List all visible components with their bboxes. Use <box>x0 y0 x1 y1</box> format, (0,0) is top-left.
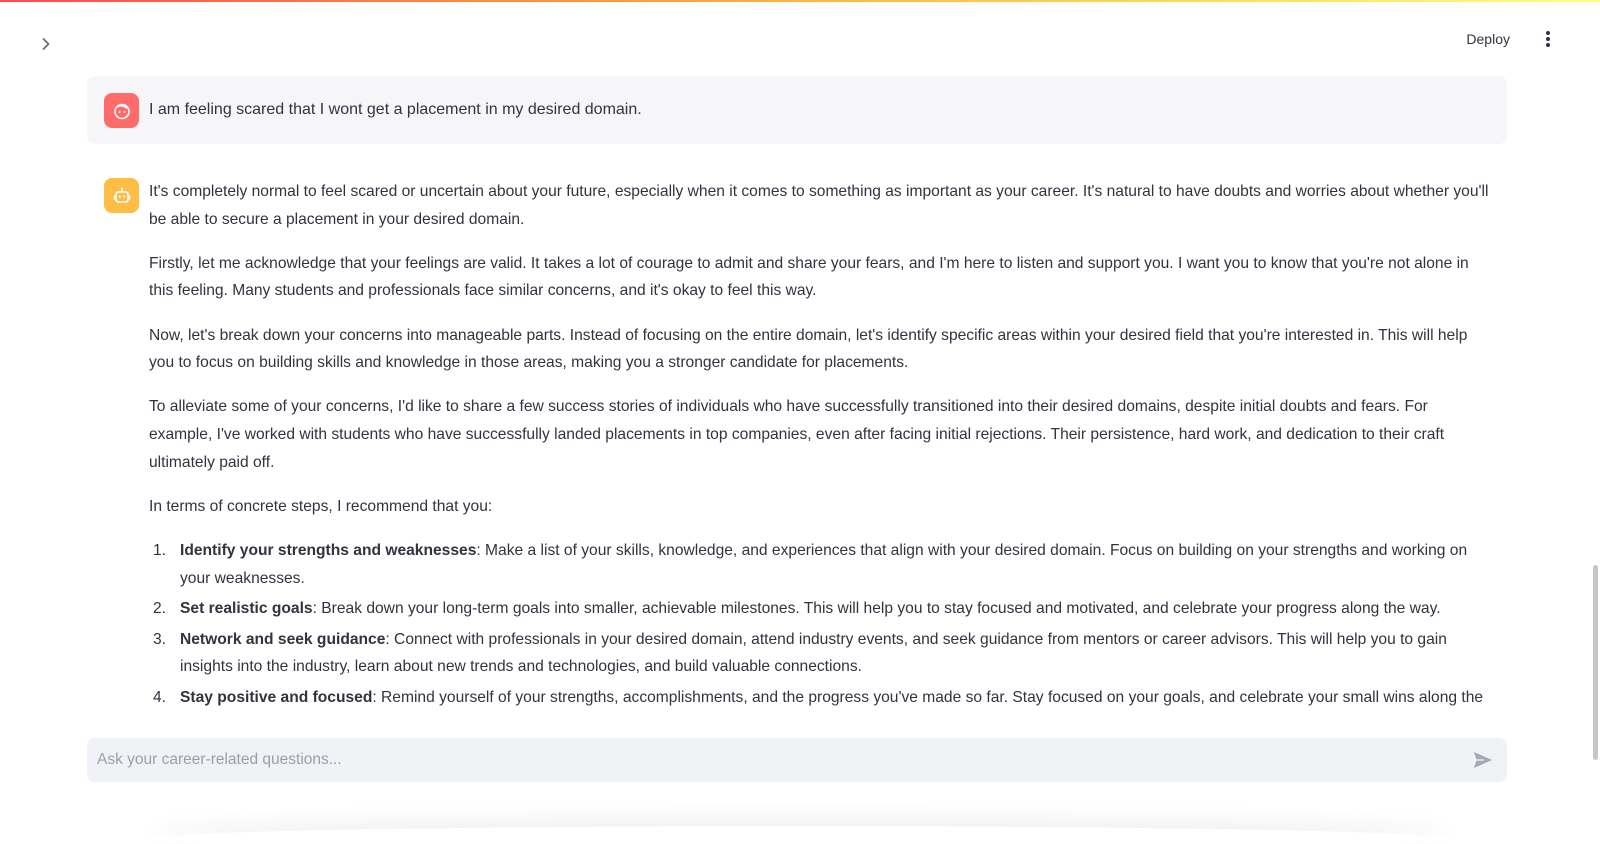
chat-input[interactable] <box>97 738 1469 782</box>
step-title: Network and seek guidance <box>180 630 386 648</box>
assistant-message: It's completely normal to feel scared or… <box>87 144 1507 716</box>
list-number: 2. <box>153 600 167 618</box>
user-face-icon <box>113 103 130 119</box>
send-button[interactable] <box>1469 746 1497 774</box>
step-text: : Break down your long-term goals into s… <box>312 600 1441 618</box>
toolbar: Deploy <box>1460 26 1558 52</box>
list-number: 1. <box>153 541 167 559</box>
kebab-icon <box>1546 31 1550 47</box>
list-number: 3. <box>153 630 167 648</box>
step-text: : Remind yourself of your strengths, acc… <box>372 688 1484 706</box>
list-item: 2. Set realistic goals: Break down your l… <box>149 595 1491 623</box>
robot-icon <box>113 187 130 203</box>
list-item: 3. Network and seek guidance: Connect wit… <box>149 626 1491 681</box>
top-accent-bar <box>0 0 1600 2</box>
assistant-paragraph: It's completely normal to feel scared or… <box>149 183 1489 228</box>
assistant-paragraph: Now, let's break down your concerns into… <box>149 326 1468 372</box>
assistant-paragraph: In terms of concrete steps, I recommend … <box>149 497 493 515</box>
deploy-button[interactable]: Deploy <box>1460 27 1516 51</box>
scrollbar-thumb[interactable] <box>1593 565 1598 760</box>
assistant-paragraph: To alleviate some of your concerns, I'd … <box>149 398 1445 471</box>
steps-list: 1. Identify your strengths and weaknesses… <box>149 537 1491 716</box>
list-item: 1. Identify your strengths and weaknesses… <box>149 537 1491 592</box>
chat-input-container <box>87 738 1507 782</box>
step-title: Stay positive and focused <box>180 688 373 706</box>
chat-messages: I am feeling scared that I wont get a pl… <box>87 76 1507 716</box>
step-title: Identify your strengths and weaknesses <box>180 541 477 559</box>
send-icon <box>1474 752 1492 768</box>
main-menu-button[interactable] <box>1538 27 1558 51</box>
list-item: 4. Stay positive and focused: Remind your… <box>149 684 1491 716</box>
user-message: I am feeling scared that I wont get a pl… <box>87 76 1507 144</box>
assistant-avatar <box>104 178 139 213</box>
chevron-right-icon <box>42 38 50 50</box>
user-avatar <box>104 93 139 128</box>
user-message-text: I am feeling scared that I wont get a pl… <box>149 101 642 118</box>
bottom-shadow <box>150 826 1450 844</box>
assistant-message-body: It's completely normal to feel scared or… <box>149 178 1491 716</box>
step-title: Set realistic goals <box>180 600 313 618</box>
list-number: 4. <box>153 688 167 706</box>
assistant-paragraph: Firstly, let me acknowledge that your fe… <box>149 254 1469 300</box>
sidebar-expand-button[interactable] <box>34 32 58 56</box>
